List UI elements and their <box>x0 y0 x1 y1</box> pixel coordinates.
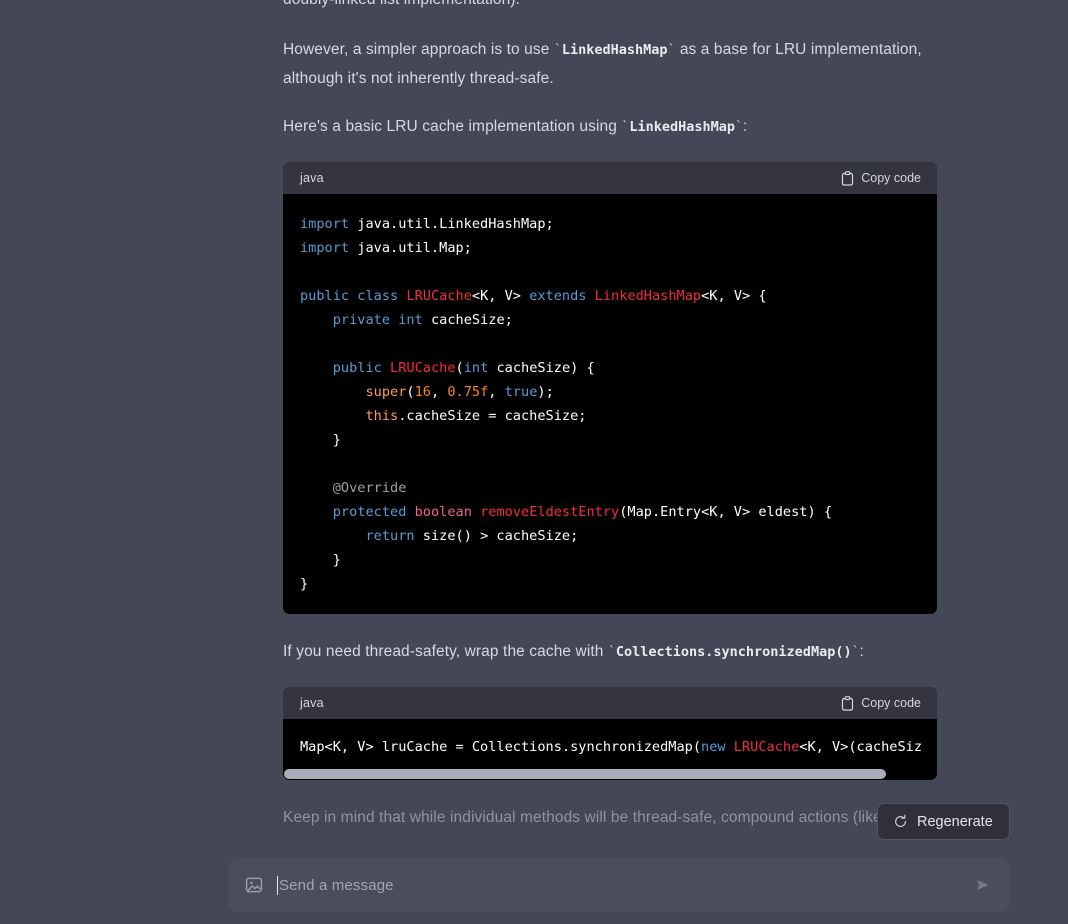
code-block-header: java Copy code <box>283 162 937 194</box>
code-language-label: java <box>300 171 324 185</box>
paragraph-lead-text: Here's a basic LRU cache implementation … <box>283 118 622 135</box>
scrollbar-thumb[interactable] <box>284 769 886 779</box>
inline-code-linkedhashmap: LinkedHashMap <box>629 119 735 135</box>
paragraph-trail-text: : <box>859 643 864 660</box>
paragraph-thread-safety: If you need thread-safety, wrap the cach… <box>283 638 937 667</box>
code-line: } <box>300 432 341 448</box>
conversation-thread[interactable]: doubly-linked list implementation). Howe… <box>0 0 1068 924</box>
paragraph-however: However, a simpler approach is to use `L… <box>283 36 937 93</box>
inline-code-synchronizedmap: Collections.synchronizedMap() <box>615 644 852 660</box>
code-block-body[interactable]: import java.util.LinkedHashMap; import ja… <box>283 194 937 614</box>
clipboard-icon <box>841 170 854 186</box>
code-line: Map<K, V> lruCache = Collections.synchro… <box>300 739 923 755</box>
code-horizontal-scrollbar[interactable] <box>283 769 937 780</box>
backtick-close: ` <box>735 120 743 135</box>
paragraph-heres-basic: Here's a basic LRU cache implementation … <box>283 113 937 142</box>
clipboard-icon <box>841 695 854 711</box>
send-button[interactable] <box>970 872 996 898</box>
code-line: } <box>300 576 309 592</box>
backtick-close: ` <box>851 645 860 660</box>
code-line: super(16, 0.75f, true); <box>365 384 554 400</box>
paragraph-doubly-linked: doubly-linked list implementation). <box>283 0 937 14</box>
code-line: public class LRUCache<K, V> extends Link… <box>300 288 767 304</box>
code-line: @Override <box>332 480 407 496</box>
code-block-lru-cache: java Copy code import java.util.LinkedHa… <box>283 162 937 614</box>
message-composer[interactable]: Send a message <box>228 858 1010 912</box>
copy-code-label: Copy code <box>861 171 921 185</box>
inline-code-linkedhashmap: LinkedHashMap <box>561 42 668 58</box>
chat-page: doubly-linked list implementation). Howe… <box>0 0 1068 924</box>
code-block-synchronized-map: java Copy code Map<K, V> lruCache = Coll… <box>283 687 937 780</box>
regenerate-button[interactable]: Regenerate <box>877 803 1010 840</box>
paragraph-lead-text: However, a simpler approach is to use <box>283 41 554 58</box>
code-block-header: java Copy code <box>283 687 937 719</box>
regenerate-label: Regenerate <box>917 813 993 830</box>
paragraph-text: Keep in mind that while individual metho… <box>283 809 882 826</box>
code-line: import java.util.LinkedHashMap; <box>300 216 554 232</box>
paragraph-trail-text: : <box>742 118 748 135</box>
code-line: return size() > cacheSize; <box>365 528 579 544</box>
code-line: } <box>300 552 341 568</box>
code-line: private int cacheSize; <box>332 312 513 328</box>
message-content: doubly-linked list implementation). Howe… <box>283 0 937 852</box>
backtick-open: ` <box>553 43 562 58</box>
code-line: public LRUCache(int cacheSize) { <box>332 360 595 376</box>
copy-code-button[interactable]: Copy code <box>841 695 921 711</box>
copy-code-label: Copy code <box>861 696 921 710</box>
refresh-icon <box>893 814 908 829</box>
paragraph-lead-text: If you need thread-safety, wrap the cach… <box>283 643 608 660</box>
code-line: this.cacheSize = cacheSize; <box>365 408 587 424</box>
code-language-label: java <box>300 696 324 710</box>
paragraph-text: doubly-linked list implementation). <box>283 0 520 8</box>
code-line: import java.util.Map; <box>300 240 472 256</box>
message-input[interactable]: Send a message <box>278 877 970 894</box>
code-block-body[interactable]: Map<K, V> lruCache = Collections.synchro… <box>283 719 937 769</box>
image-icon[interactable] <box>244 875 264 895</box>
copy-code-button[interactable]: Copy code <box>841 170 921 186</box>
code-line: protected boolean removeEldestEntry(Map.… <box>332 504 833 520</box>
paragraph-keep-in-mind: Keep in mind that while individual metho… <box>283 804 937 832</box>
backtick-open: ` <box>607 645 616 660</box>
